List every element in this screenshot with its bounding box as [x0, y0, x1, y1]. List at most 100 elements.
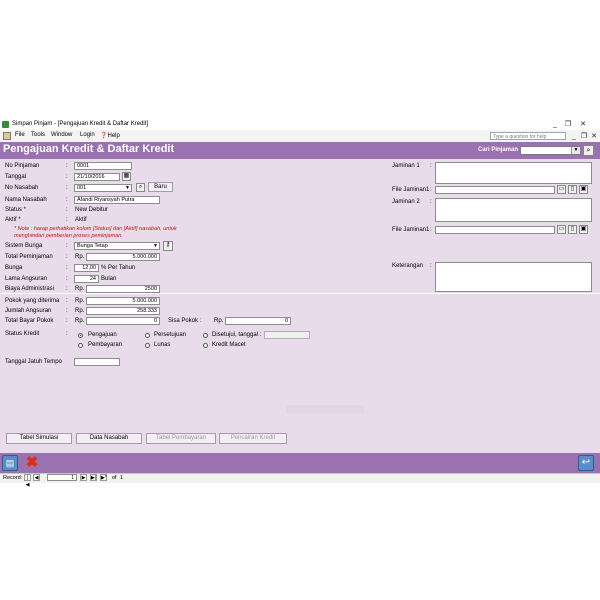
sisa-pokok-label: Sisa Pokok [168, 318, 199, 324]
no-pinjaman-field[interactable]: 0001 [74, 162, 132, 170]
chevron-down-icon[interactable]: ▼ [124, 185, 131, 191]
return-arrow-icon: ↩ [581, 457, 591, 468]
inner-close-button[interactable]: ✕ [589, 132, 599, 141]
next-record-button[interactable]: ▶ [80, 474, 87, 481]
data-nasabah-button[interactable]: Data Nasabah [76, 433, 142, 444]
colon: : [66, 318, 68, 324]
radio-pembayaran[interactable] [78, 343, 83, 348]
disetujui-date-field[interactable] [264, 331, 310, 339]
tanggal-jatuh-tempo-label: Tanggal Jatuh Tempo [5, 359, 62, 365]
biaya-administrasi-field[interactable]: 2500 [86, 285, 160, 293]
footer-band [0, 453, 600, 473]
note-line2: menghindari pemberian proses peminjaman. [14, 233, 123, 239]
sisa-pokok-field[interactable]: 0 [225, 317, 291, 325]
tanggal-jatuh-tempo-field[interactable] [74, 358, 120, 366]
menu-tools[interactable]: Tools [31, 132, 45, 138]
keterangan-textarea[interactable] [435, 262, 592, 292]
folder-icon: ▭ [558, 186, 565, 192]
lama-angsuran-unit: Bulan [101, 276, 117, 282]
bunga-field[interactable]: 12,00 [74, 264, 99, 272]
menu-file[interactable]: File [15, 132, 25, 138]
first-record-button[interactable]: |◀ [24, 474, 31, 488]
total-peminjaman-field[interactable]: 5.000.000 [86, 253, 160, 261]
last-record-button[interactable]: ▶| [90, 474, 97, 481]
radio-pengajuan-label: Pengajuan [88, 332, 117, 338]
menu-window[interactable]: Window [51, 132, 72, 138]
tanggal-field[interactable]: 21/10/2016 [74, 173, 120, 181]
total-peminjaman-label: Total Peminjaman [5, 254, 53, 260]
key-icon: ⚷ [165, 242, 171, 248]
minimize-button[interactable]: _ [550, 120, 560, 129]
pencairan-kredit-button[interactable]: Pencairan Kredit [219, 433, 287, 444]
no-nasabah-label: No Nasabah [5, 185, 39, 191]
help-question-input[interactable]: Type a question for help [490, 132, 566, 140]
menu-help-label: Help [107, 133, 120, 139]
jaminan1-textarea[interactable] [435, 162, 592, 184]
open-folder-button[interactable]: ▭ [557, 185, 566, 194]
colon: : [66, 331, 68, 337]
search-icon: ⌕ [586, 147, 591, 154]
colon: : [66, 197, 68, 203]
delete-file-button[interactable]: ▯ [568, 225, 577, 234]
search-nasabah-button[interactable]: ⌕ [136, 183, 145, 192]
calendar-button[interactable]: ▦ [122, 172, 131, 181]
biaya-administrasi-label: Biaya Administrasi [5, 286, 55, 292]
delete-record-button[interactable]: ✖ [24, 455, 40, 471]
search-button[interactable]: ⌕ [583, 145, 594, 156]
prev-record-button[interactable]: ◀ [33, 474, 40, 481]
baru-button[interactable]: Baru [148, 182, 173, 192]
pokok-diterima-currency: Rp. [75, 298, 85, 304]
restore-button[interactable]: ❐ [563, 120, 573, 129]
delete-file-button[interactable]: ▯ [568, 185, 577, 194]
colon: : [66, 286, 68, 292]
open-folder-button[interactable]: ▭ [557, 225, 566, 234]
search-label: Cari Pinjaman : [478, 147, 522, 153]
menu-help[interactable]: ❓Help [100, 132, 120, 139]
view-file-button[interactable]: ▣ [579, 225, 588, 234]
current-record-field[interactable]: 1 [47, 474, 77, 481]
exit-button[interactable]: ↩ [578, 455, 594, 471]
save-button[interactable]: ▤ [2, 455, 18, 471]
radio-kredit-macet-label: Kredit Macet [212, 342, 246, 348]
sisa-pokok-currency: Rp. [214, 318, 224, 324]
menu-login[interactable]: Login [80, 132, 95, 138]
chevron-down-icon[interactable]: ▼ [152, 243, 159, 249]
sistem-bunga-combo[interactable]: Bunga Tetap [74, 242, 160, 250]
jaminan1-label: Jaminan 1 [392, 163, 420, 169]
radio-lunas[interactable] [145, 343, 150, 348]
new-record-button[interactable]: ▶* [100, 474, 107, 481]
key-button[interactable]: ⚷ [163, 241, 173, 251]
of-label: of [112, 475, 117, 481]
tabel-pembayaran-button[interactable]: Tabel Pembayaran [146, 433, 216, 444]
view-file-button[interactable]: ▣ [579, 185, 588, 194]
colon: : [66, 276, 68, 282]
file-jaminan1-b-field[interactable] [435, 226, 555, 234]
radio-kredit-macet[interactable] [203, 343, 208, 348]
trash-icon: ▯ [570, 186, 575, 192]
no-pinjaman-label: No Pinjaman [5, 163, 40, 169]
jaminan2-textarea[interactable] [435, 198, 592, 222]
image-icon: ▣ [580, 186, 587, 192]
close-window-button[interactable]: ✕ [578, 120, 588, 129]
radio-pengajuan[interactable] [78, 333, 83, 338]
radio-disetujui[interactable] [203, 333, 208, 338]
image-icon: ▣ [580, 226, 587, 232]
nama-nasabah-field[interactable]: Afandi Riyansyah Putra [74, 196, 160, 204]
tabel-simulasi-button[interactable]: Tabel Simulasi [6, 433, 72, 444]
lama-angsuran-field[interactable]: 24 [74, 275, 99, 283]
status-label: Status * [5, 207, 27, 213]
app-icon [2, 121, 9, 128]
file-jaminan1-a-field[interactable] [435, 186, 555, 194]
jumlah-angsuran-field[interactable]: 258.333 [86, 307, 160, 315]
colon: : [66, 185, 68, 191]
inner-minimize-button[interactable]: _ [569, 132, 579, 141]
total-bayar-pokok-field[interactable]: 0 [86, 317, 160, 325]
radio-persetujuan[interactable] [145, 333, 150, 338]
colon: : [66, 265, 68, 271]
colon: : [200, 318, 202, 324]
pokok-diterima-field[interactable]: 5.000.000 [86, 297, 160, 305]
chevron-down-icon[interactable]: ▼ [571, 147, 580, 154]
file-jaminan1-b-label: File Jaminan1 [392, 227, 430, 233]
inner-restore-button[interactable]: ❐ [579, 132, 589, 141]
jumlah-angsuran-label: Jumlah Angsuran [5, 308, 52, 314]
